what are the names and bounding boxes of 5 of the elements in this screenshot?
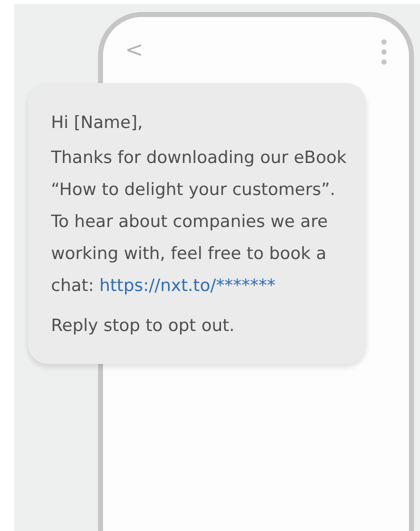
greeting-text: Hi [Name], — [51, 112, 144, 135]
link[interactable]: https://nxt.to/******* — [99, 276, 276, 296]
more-icon[interactable] — [381, 39, 387, 65]
opt-out-text: Reply stop to opt out. — [51, 315, 236, 338]
message-text: Thanks for downloading our eBook “How to delight your customers”. To hear about companies we are working with, feel free to book a chat: https://nxt.to/******* — [51, 147, 348, 298]
